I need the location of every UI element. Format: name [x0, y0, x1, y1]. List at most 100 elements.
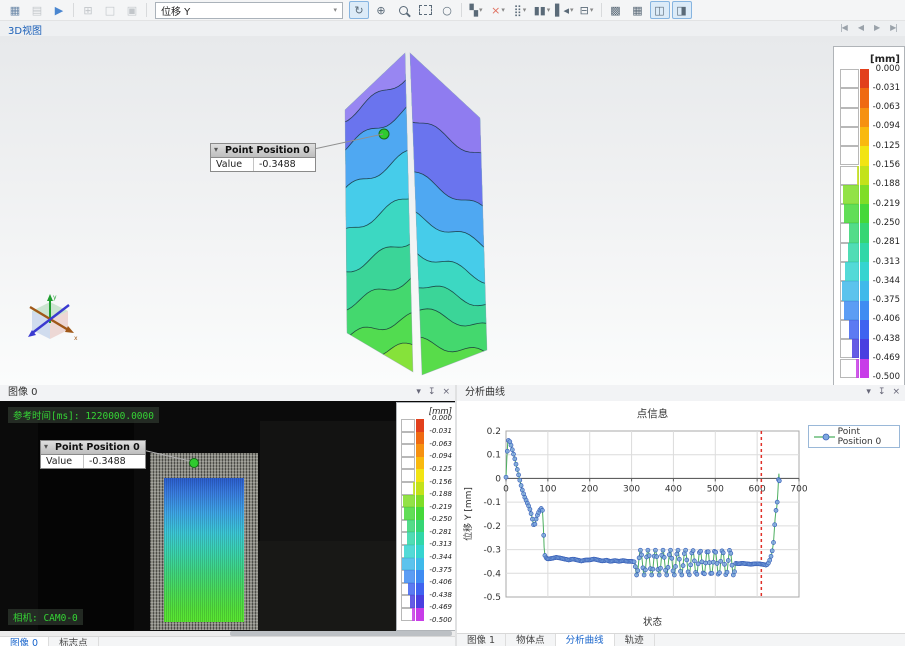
- point-annotation-value: -0.3488: [254, 158, 314, 171]
- play-icon[interactable]: ▶: [49, 1, 69, 19]
- copy-element-icon[interactable]: ▣: [122, 1, 142, 19]
- point-annotation-value: -0.3488: [84, 455, 144, 468]
- color-scale-legend: [mm]0.000-0.031-0.063-0.094-0.125-0.156-…: [833, 46, 905, 385]
- tab-图像 0[interactable]: 图像 0: [0, 637, 49, 646]
- coordinate-triad: y x: [20, 290, 80, 350]
- create-element-icon[interactable]: □: [100, 1, 120, 19]
- grid-dense-icon[interactable]: ▩: [606, 1, 626, 19]
- stage-navigation: |◀ ◀ ▶ ▶|: [840, 23, 897, 32]
- svg-text:0: 0: [503, 484, 509, 494]
- delete-selection-icon[interactable]: ×▾: [488, 1, 508, 19]
- image-panel-tabs: 图像 0标志点: [0, 636, 455, 646]
- color-scale-legend-small: [mm]0.000-0.031-0.063-0.094-0.125-0.156-…: [396, 402, 455, 631]
- point-annotation-value-label: Value: [41, 455, 84, 468]
- svg-text:700: 700: [790, 484, 807, 494]
- toolbar-separator: [146, 3, 147, 17]
- image-panel-title: 图像 0: [8, 387, 38, 398]
- camera-image-view[interactable]: 参考时间[ms]: 1220000.0000 相机: CAM0-0 Point …: [0, 401, 455, 631]
- rect-select-tool-icon[interactable]: [415, 1, 435, 19]
- legend-line-sample: [813, 432, 835, 442]
- tab-标志点[interactable]: 标志点: [49, 637, 99, 646]
- reference-time-overlay: 参考时间[ms]: 1220000.0000: [8, 407, 159, 423]
- specimen-colormap-overlay: [164, 478, 244, 622]
- legend-series-name: Point Position 0: [838, 427, 895, 447]
- analysis-curves-panel: 分析曲线 ▾ ↧ × 0 100 200 300 400 500 600 700 0.2 0.1 0…: [457, 385, 905, 646]
- view-bar: 3D视图 |◀ ◀ ▶ ▶|: [0, 21, 905, 36]
- svg-text:x: x: [74, 335, 78, 342]
- grid-icon[interactable]: ▦: [628, 1, 648, 19]
- toolbar-separator: [461, 3, 462, 17]
- last-stage-icon[interactable]: ▶|: [890, 23, 897, 32]
- rotate-tool-icon[interactable]: ↻: [349, 1, 369, 19]
- point-annotation-title[interactable]: Point Position 0: [40, 440, 146, 455]
- tab-分析曲线[interactable]: 分析曲线: [556, 634, 615, 646]
- pin-icon[interactable]: ↧: [878, 385, 886, 400]
- application-window: ▦ ▤ ▶ ⊞ □ ▣ 位移 Y ▾ ↻ ⊕ ○ ▚▾ ×▾ ⣿▾ ▮▮▾ ▌◂…: [0, 0, 905, 646]
- first-stage-icon[interactable]: |◀: [840, 23, 847, 32]
- lasso-select-tool-icon[interactable]: ○: [437, 1, 457, 19]
- result-type-select[interactable]: 位移 Y ▾: [155, 2, 343, 19]
- media-view-icon[interactable]: ▌◂▾: [554, 1, 575, 19]
- table-compact-view-icon[interactable]: ▤: [27, 1, 47, 19]
- svg-text:100: 100: [539, 484, 556, 494]
- pin-icon[interactable]: ↧: [428, 385, 436, 400]
- svg-text:0.1: 0.1: [487, 451, 501, 461]
- svg-text:-0.4: -0.4: [483, 569, 501, 579]
- zoom-tool-icon[interactable]: [393, 1, 413, 19]
- toolbar-separator: [601, 3, 602, 17]
- toolbar-separator: [73, 3, 74, 17]
- svg-text:500: 500: [707, 484, 724, 494]
- svg-text:-0.2: -0.2: [483, 522, 501, 532]
- point-annotation-title[interactable]: Point Position 0: [210, 143, 316, 158]
- curves-panel-header[interactable]: 分析曲线 ▾ ↧ ×: [457, 385, 905, 402]
- point-annotation-value-label: Value: [211, 158, 254, 171]
- point-annotation[interactable]: Point Position 0 Value -0.3488: [210, 143, 316, 172]
- result-type-value: 位移 Y: [161, 3, 190, 18]
- svg-text:-0.5: -0.5: [483, 593, 501, 603]
- svg-text:300: 300: [623, 484, 640, 494]
- add-element-icon[interactable]: ⊞: [78, 1, 98, 19]
- 3d-viewport[interactable]: y x Point Position 0 Value -0.3488 [mm]0…: [0, 36, 905, 385]
- previous-stage-icon[interactable]: ◀: [858, 23, 863, 32]
- main-toolbar: ▦ ▤ ▶ ⊞ □ ▣ 位移 Y ▾ ↻ ⊕ ○ ▚▾ ×▾ ⣿▾ ▮▮▾ ▌◂…: [0, 0, 905, 21]
- svg-text:400: 400: [665, 484, 682, 494]
- close-icon[interactable]: ×: [442, 385, 450, 400]
- panel-menu-icon[interactable]: ▾: [416, 385, 421, 400]
- svg-text:0.2: 0.2: [487, 427, 501, 437]
- svg-text:200: 200: [581, 484, 598, 494]
- close-icon[interactable]: ×: [892, 385, 900, 400]
- next-stage-icon[interactable]: ▶: [874, 23, 879, 32]
- tab-物体点[interactable]: 物体点: [506, 634, 556, 646]
- svg-text:y: y: [53, 294, 57, 301]
- svg-text:状态: 状态: [643, 616, 663, 628]
- tab-轨迹[interactable]: 轨迹: [615, 634, 655, 646]
- view-title-3d[interactable]: 3D视图: [8, 22, 42, 37]
- curves-panel-title: 分析曲线: [465, 387, 505, 398]
- svg-text:-0.1: -0.1: [483, 498, 501, 508]
- chart-area[interactable]: 01002003004005006007000.20.10-0.1-0.2-0.…: [457, 401, 905, 633]
- chart-legend[interactable]: Point Position 0: [808, 425, 900, 448]
- measurement-point-marker[interactable]: [189, 458, 199, 468]
- svg-text:600: 600: [749, 484, 766, 494]
- point-annotation[interactable]: Point Position 0 Value -0.3488: [40, 440, 146, 469]
- layout-columns-icon[interactable]: ▮▮▾: [532, 1, 552, 19]
- image-panel: 图像 0 ▾ ↧ × 参考时间[ms]: 1220000.0000 相机: CA…: [0, 385, 457, 646]
- fit-view-icon[interactable]: ▚▾: [466, 1, 486, 19]
- specimen-3d-contour: [320, 38, 520, 383]
- svg-text:-0.3: -0.3: [483, 546, 501, 556]
- split-view-left-icon[interactable]: ◫: [650, 1, 670, 19]
- table-view-icon[interactable]: ▦: [5, 1, 25, 19]
- tab-图像 1[interactable]: 图像 1: [457, 634, 506, 646]
- svg-text:位移 Y [mm]: 位移 Y [mm]: [462, 487, 474, 541]
- split-view-right-icon[interactable]: ◨: [672, 1, 692, 19]
- pan-tool-icon[interactable]: ⊕: [371, 1, 391, 19]
- svg-text:点信息: 点信息: [637, 407, 669, 420]
- point-select-icon[interactable]: ⣿▾: [510, 1, 530, 19]
- chevron-down-icon: ▾: [333, 6, 337, 14]
- svg-text:0: 0: [495, 474, 501, 484]
- curves-panel-tabs: 图像 1物体点分析曲线轨迹: [457, 633, 905, 646]
- image-panel-header[interactable]: 图像 0 ▾ ↧ ×: [0, 385, 455, 402]
- window-arrange-icon[interactable]: ⊟▾: [577, 1, 597, 19]
- camera-name-overlay: 相机: CAM0-0: [8, 609, 83, 625]
- panel-menu-icon[interactable]: ▾: [866, 385, 871, 400]
